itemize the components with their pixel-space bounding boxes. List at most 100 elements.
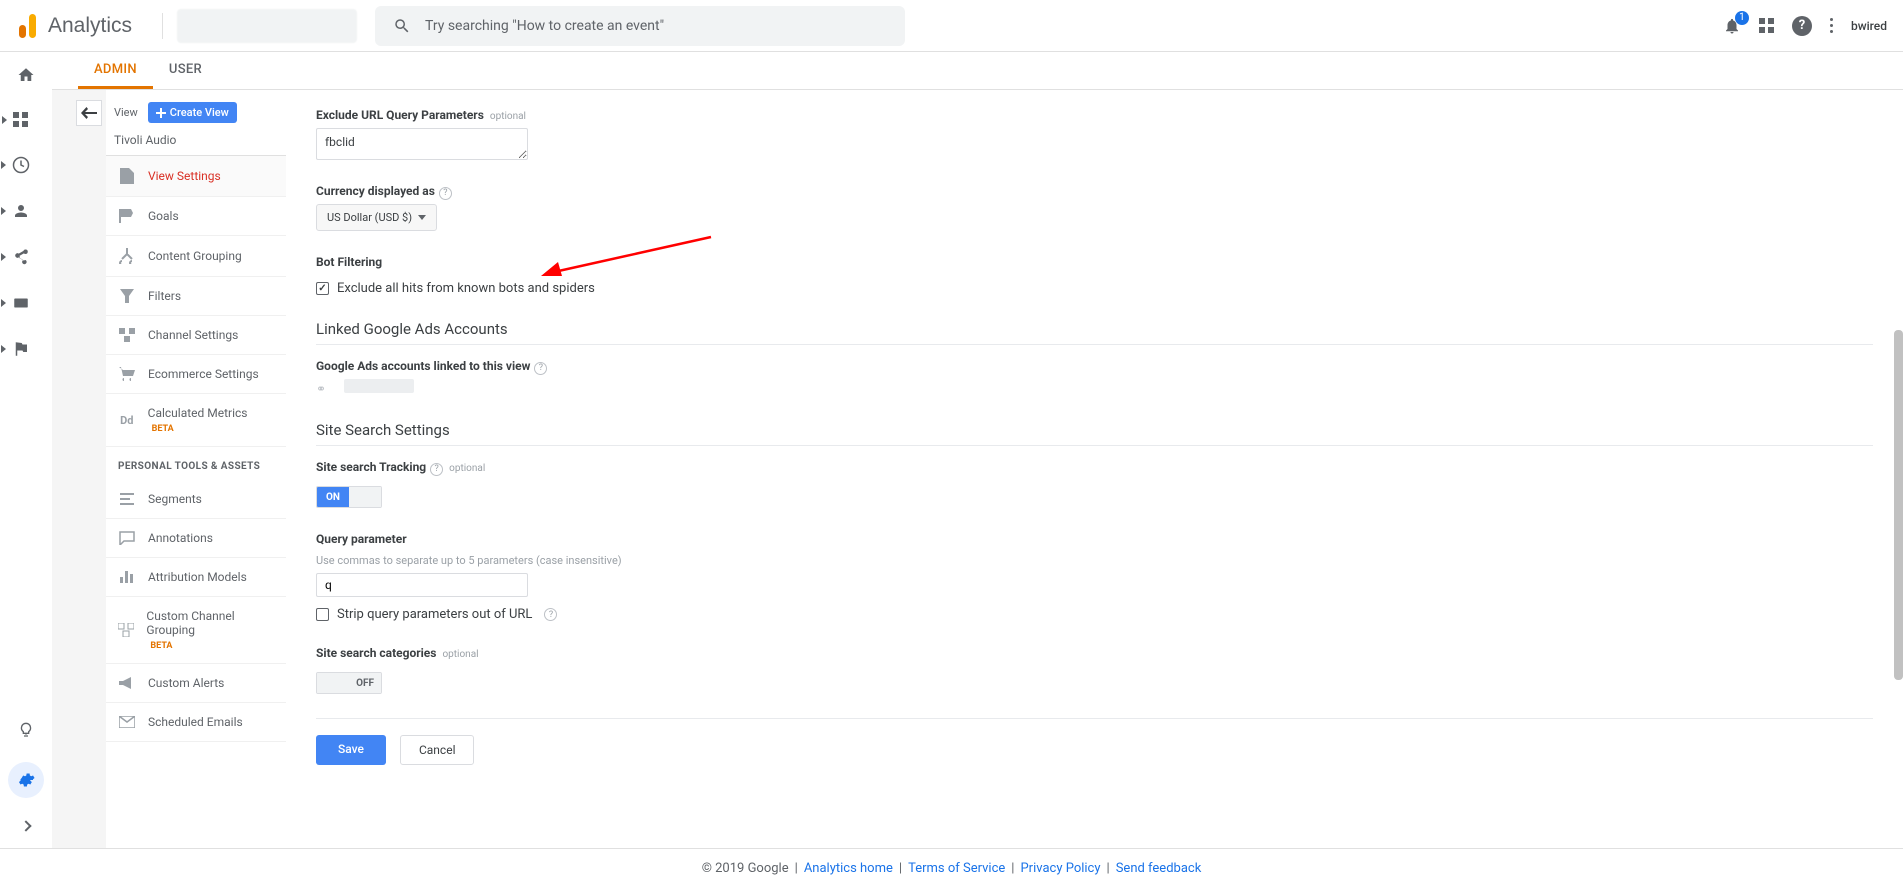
save-button[interactable]: Save <box>316 735 386 765</box>
menu-calc-metrics[interactable]: Dd Calculated Metrics BETA <box>106 394 286 447</box>
dd-icon: Dd <box>118 414 136 427</box>
footer-copyright: © 2019 Google <box>702 861 789 876</box>
rail-admin[interactable] <box>8 762 44 798</box>
exclude-url-label: Exclude URL Query Parametersoptional <box>316 108 526 122</box>
help-strip-query-icon[interactable]: ? <box>544 608 557 621</box>
bot-filtering-text: Exclude all hits from known bots and spi… <box>337 281 595 296</box>
tab-admin[interactable]: ADMIN <box>78 52 153 89</box>
chevron-right-icon <box>20 820 31 831</box>
divider <box>162 13 163 39</box>
footer-link-analytics-home[interactable]: Analytics home <box>804 861 893 876</box>
plus-icon <box>156 108 166 118</box>
footer-link-privacy[interactable]: Privacy Policy <box>1020 861 1100 876</box>
rail-home[interactable] <box>17 66 35 84</box>
site-tracking-label: Site search Tracking <box>316 460 426 474</box>
gear-icon <box>17 771 35 789</box>
help-icon[interactable]: ? <box>1792 16 1812 36</box>
view-name[interactable]: Tivoli Audio <box>106 133 286 156</box>
flag-icon <box>118 209 136 223</box>
rail-expand[interactable] <box>22 822 30 830</box>
help-site-tracking-icon[interactable]: ? <box>430 463 443 476</box>
person-icon <box>12 202 30 220</box>
menu-scheduled-emails[interactable]: Scheduled Emails <box>106 703 286 742</box>
menu-content-grouping[interactable]: Content Grouping <box>106 236 286 277</box>
menu-custom-channel-grouping[interactable]: Custom Channel GroupingBETA <box>106 597 286 664</box>
personal-tools-heading: PERSONAL TOOLS & ASSETS <box>106 447 286 480</box>
footer-link-feedback[interactable]: Send feedback <box>1116 861 1202 876</box>
topbar-actions: 1 ? bwired <box>1723 16 1887 36</box>
share-icon <box>12 248 30 266</box>
site-categories-label: Site search categories <box>316 646 436 660</box>
help-currency-icon[interactable]: ? <box>439 187 452 200</box>
rail-conversions[interactable] <box>23 340 30 358</box>
clock-icon <box>12 156 30 174</box>
footer-link-tos[interactable]: Terms of Service <box>908 861 1005 876</box>
rail-discover[interactable] <box>18 722 34 738</box>
branch-icon <box>118 248 136 264</box>
query-param-input[interactable] <box>316 573 528 597</box>
menu-custom-alerts[interactable]: Custom Alerts <box>106 664 286 703</box>
bars-icon <box>118 571 136 583</box>
linked-account-chip[interactable] <box>344 379 414 393</box>
menu-segments[interactable]: Segments <box>106 480 286 519</box>
lightbulb-icon <box>18 722 34 738</box>
rail-realtime[interactable] <box>23 156 30 174</box>
search-placeholder: Try searching "How to create an event" <box>425 18 664 34</box>
rail-acquisition[interactable] <box>23 248 30 266</box>
bot-filtering-checkbox[interactable] <box>316 282 329 295</box>
view-column: View Create View Tivoli Audio View Setti… <box>106 90 286 848</box>
cancel-button[interactable]: Cancel <box>400 735 475 765</box>
footer: © 2019 Google| Analytics home| Terms of … <box>0 848 1903 888</box>
site-tracking-toggle[interactable]: ON <box>316 486 382 508</box>
rail-audience[interactable] <box>23 202 30 220</box>
search-icon <box>393 17 411 35</box>
user-label[interactable]: bwired <box>1851 19 1887 33</box>
group-icon <box>118 623 134 637</box>
megaphone-icon <box>118 677 136 689</box>
rail-reports[interactable] <box>24 112 29 128</box>
menu-attribution[interactable]: Attribution Models <box>106 558 286 597</box>
apps-grid-icon[interactable] <box>1759 18 1774 33</box>
query-param-label: Query parameter <box>316 532 407 546</box>
query-param-hint: Use commas to separate up to 5 parameter… <box>316 554 1873 567</box>
menu-view-settings[interactable]: View Settings <box>106 156 286 197</box>
help-linked-ads-icon[interactable]: ? <box>534 362 547 375</box>
site-categories-toggle[interactable]: OFF <box>316 672 382 694</box>
mail-icon <box>118 716 136 728</box>
page-icon <box>118 168 136 184</box>
rail-behavior[interactable] <box>23 294 30 312</box>
bot-filtering-label: Bot Filtering <box>316 255 382 269</box>
currency-label: Currency displayed as <box>316 184 435 198</box>
analytics-logo-icon <box>16 14 38 38</box>
menu-goals[interactable]: Goals <box>106 197 286 236</box>
menu-filters[interactable]: Filters <box>106 277 286 316</box>
currency-dropdown[interactable]: US Dollar (USD $) <box>316 204 437 231</box>
more-menu-icon[interactable] <box>1830 18 1833 33</box>
scrollbar[interactable] <box>1894 90 1903 848</box>
brand-name: Analytics <box>48 14 132 38</box>
notifications-button[interactable]: 1 <box>1723 17 1741 35</box>
home-icon <box>17 66 35 84</box>
menu-annotations[interactable]: Annotations <box>106 519 286 558</box>
back-button[interactable] <box>76 100 102 126</box>
linked-ads-title: Linked Google Ads Accounts <box>316 320 1873 345</box>
exclude-url-textarea[interactable]: fbclid <box>316 128 528 160</box>
widgets-icon <box>13 112 29 128</box>
cart-icon <box>118 367 136 381</box>
column-label: View <box>114 106 138 119</box>
search-bar[interactable]: Try searching "How to create an event" <box>375 6 905 46</box>
card-icon <box>12 294 30 312</box>
create-view-button[interactable]: Create View <box>148 102 237 123</box>
menu-ecommerce[interactable]: Ecommerce Settings <box>106 355 286 394</box>
tab-user[interactable]: USER <box>153 52 218 89</box>
strip-query-checkbox[interactable] <box>316 608 329 621</box>
channels-icon <box>118 328 136 342</box>
left-rail <box>0 52 52 848</box>
topbar: Analytics Try searching "How to create a… <box>0 0 1903 52</box>
back-arrow-icon <box>81 107 97 119</box>
menu-channel-settings[interactable]: Channel Settings <box>106 316 286 355</box>
admin-tabs: ADMIN USER <box>52 52 1903 90</box>
chevron-down-icon <box>418 215 426 220</box>
property-selector[interactable] <box>177 9 357 43</box>
segments-icon <box>118 493 136 505</box>
